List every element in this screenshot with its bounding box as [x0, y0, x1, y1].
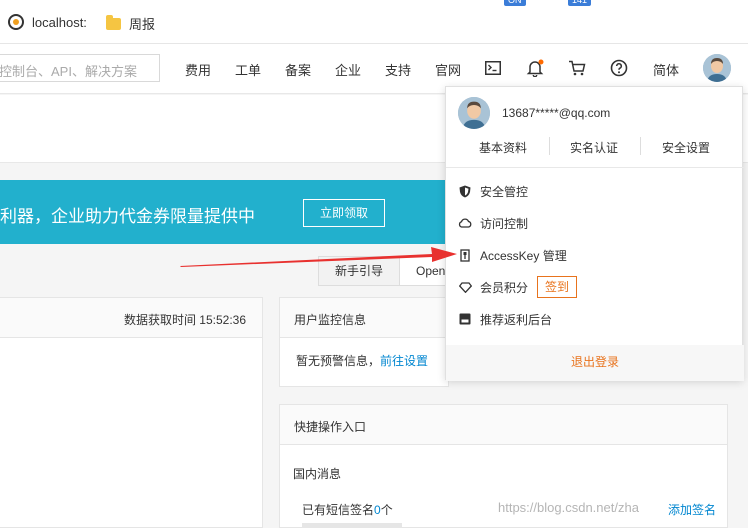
- nav-item-enterprise[interactable]: 企业: [335, 60, 361, 79]
- bookmark-folder-zhoubao[interactable]: 周报: [106, 14, 155, 33]
- user-monitor-title: 用户监控信息: [280, 298, 448, 338]
- divider: [446, 167, 744, 168]
- user-dropdown-menu: 13687*****@qq.com 基本资料 实名认证 安全设置 安全管控 访问…: [445, 86, 744, 381]
- menu-item-label: 会员积分: [480, 280, 529, 295]
- overview-card-header: 数据获取时间 15:52:36: [0, 298, 262, 338]
- nav-item-icp[interactable]: 备案: [285, 60, 311, 79]
- sms-signature-row: 已有短信签名0个: [302, 501, 393, 518]
- security-settings-link[interactable]: 安全设置: [662, 139, 710, 156]
- account-email: 13687*****@qq.com: [502, 106, 611, 120]
- sms-signature-count: 0: [374, 503, 381, 517]
- menu-item-label: 访问控制: [480, 216, 529, 231]
- real-name-auth-link[interactable]: 实名认证: [570, 139, 618, 156]
- help-icon[interactable]: [609, 58, 629, 78]
- terminal-icon[interactable]: [483, 58, 503, 78]
- cart-icon[interactable]: [567, 58, 587, 78]
- folder-icon: [106, 14, 121, 30]
- watermark: https://blog.csdn.net/zha: [498, 500, 639, 515]
- check-in-button[interactable]: 签到: [537, 276, 578, 298]
- basic-profile-link[interactable]: 基本资料: [479, 139, 527, 156]
- menu-item-member-points[interactable]: 会员积分 签到: [458, 276, 578, 298]
- language-switch[interactable]: 简体: [653, 60, 679, 79]
- menu-item-access-control[interactable]: 访问控制: [458, 213, 528, 233]
- domestic-messages-label: 国内消息: [293, 467, 342, 481]
- separator: [640, 137, 641, 155]
- sms-signature-prefix: 已有短信签名: [302, 503, 375, 517]
- tab-beginner-guide[interactable]: 新手引导: [318, 256, 400, 286]
- extension-badge[interactable]: 141: [568, 0, 592, 6]
- menu-item-security-control[interactable]: 安全管控: [458, 181, 528, 201]
- menu-item-referral-backend[interactable]: 推荐返利后台: [458, 309, 552, 329]
- data-fetch-time: 数据获取时间 15:52:36: [123, 313, 246, 327]
- menu-item-label: 安全管控: [480, 184, 529, 199]
- menu-item-label: AccessKey 管理: [480, 248, 567, 263]
- logout-button[interactable]: 退出登录: [446, 345, 744, 381]
- no-alert-text: 暂无预警信息，: [296, 354, 381, 368]
- diamond-icon: [458, 280, 472, 294]
- menu-item-accesskey[interactable]: AccessKey 管理: [458, 245, 567, 265]
- nav-item-support[interactable]: 支持: [385, 60, 411, 79]
- overview-card: 数据获取时间 15:52:36: [0, 297, 263, 528]
- bookmark-localhost[interactable]: localhost:: [8, 14, 87, 30]
- goto-settings-link[interactable]: 前往设置: [380, 354, 428, 368]
- bookmarks-bar: localhost: 周报 ON 141: [0, 0, 748, 44]
- nav-item-fees[interactable]: 费用: [185, 60, 211, 79]
- notification-dot: [538, 59, 544, 65]
- search-input[interactable]: 控制台、API、解决方案: [0, 54, 160, 82]
- bookmark-label: 周报: [129, 17, 156, 32]
- shield-icon: [458, 184, 472, 198]
- user-monitor-card: 用户监控信息 暂无预警信息，前往设置: [279, 297, 449, 387]
- dropdown-avatar[interactable]: [458, 97, 490, 129]
- user-avatar[interactable]: [703, 54, 731, 82]
- gift-icon: [458, 312, 472, 326]
- bookmark-label: localhost:: [32, 14, 87, 30]
- key-icon: [458, 248, 472, 262]
- site-favicon-icon: [8, 14, 24, 30]
- menu-item-label: 推荐返利后台: [480, 312, 553, 327]
- extension-badge[interactable]: ON: [504, 0, 526, 6]
- cloud-icon: [458, 216, 472, 230]
- bell-icon[interactable]: [525, 58, 545, 78]
- truncated-row: [302, 523, 722, 528]
- promo-banner[interactable]: 利器，企业助力代金券限量提供中 立即领取: [0, 180, 460, 244]
- nav-item-tickets[interactable]: 工单: [235, 60, 261, 79]
- banner-text: 利器，企业助力代金券限量提供中: [0, 207, 255, 226]
- nav-item-official-site[interactable]: 官网: [435, 60, 461, 79]
- separator: [549, 137, 550, 155]
- user-monitor-body: 暂无预警信息，前往设置: [280, 338, 448, 369]
- sms-signature-suffix: 个: [380, 503, 393, 517]
- account-links: 基本资料 实名认证 安全设置: [446, 137, 744, 155]
- claim-now-button[interactable]: 立即领取: [303, 199, 385, 227]
- quick-actions-title: 快捷操作入口: [280, 405, 727, 445]
- tab-open[interactable]: Open: [400, 256, 446, 286]
- add-signature-link[interactable]: 添加签名: [668, 501, 716, 518]
